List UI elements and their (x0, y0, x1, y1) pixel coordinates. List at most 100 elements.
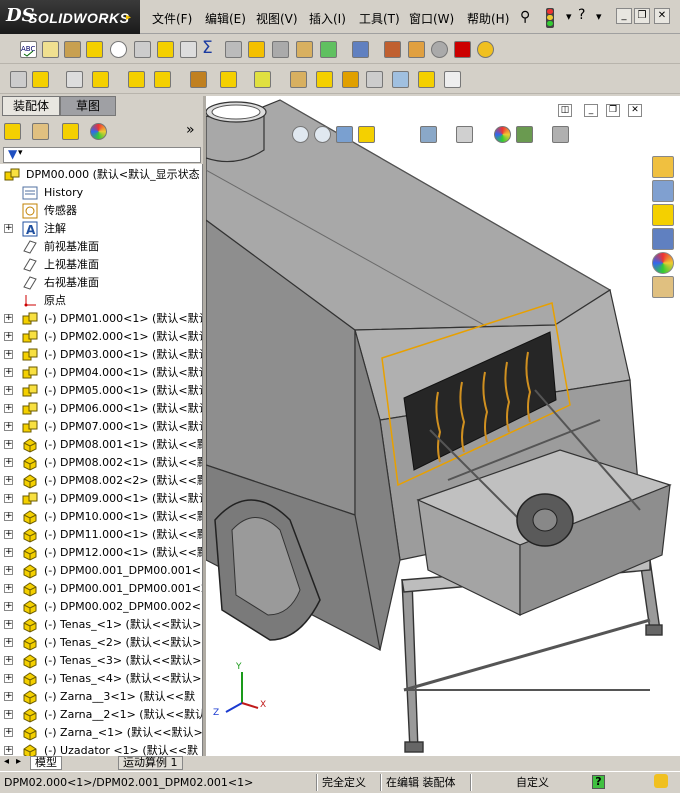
expand-toggle-icon[interactable]: + (4, 422, 13, 431)
expand-toggle-icon[interactable]: + (4, 656, 13, 665)
tree-item[interactable]: + (-) Uzadator <1> (默认<<默 (0, 742, 202, 756)
tree-item[interactable]: + (-) DPM12.000<1> (默认<<默认 (0, 544, 202, 562)
tree-item[interactable]: + (-) Tenas_<1> (默认<<默认> (0, 616, 202, 634)
custom-properties-icon[interactable] (652, 276, 674, 298)
expand-toggle-icon[interactable]: + (4, 314, 13, 323)
restore-button[interactable]: ❐ (634, 8, 650, 24)
menu-help[interactable]: 帮助(H) (467, 10, 509, 27)
options-dropdown-icon[interactable]: ▾ (566, 10, 572, 23)
expand-toggle-icon[interactable]: + (4, 638, 13, 647)
tree-item[interactable]: + (-) DPM03.000<1> (默认<默认 (0, 346, 202, 364)
measure-icon[interactable] (296, 41, 313, 58)
pushpin-icon[interactable]: ⚲ (520, 9, 530, 25)
insert-component-disabled-icon[interactable] (10, 71, 27, 88)
assembly-features-icon[interactable] (254, 71, 271, 88)
tree-item[interactable]: + (-) DPM04.000<1> (默认<默认 (0, 364, 202, 382)
expand-toggle-icon[interactable]: + (4, 746, 13, 755)
configuration-manager-tab-icon[interactable] (62, 123, 79, 140)
check-gray-icon[interactable] (431, 41, 448, 58)
tree-item[interactable]: 右视基准面 (0, 274, 202, 292)
viewport-tile-left-button[interactable]: ◫ (558, 104, 572, 117)
new-part-icon[interactable] (32, 71, 49, 88)
tree-item[interactable]: + (-) Tenas_<2> (默认<<默认> (0, 634, 202, 652)
apply-scene-icon[interactable] (516, 126, 533, 143)
solidworks-logo[interactable]: DS SOLIDWORKS ▸ (0, 0, 140, 34)
component-pattern-icon[interactable] (128, 71, 145, 88)
expand-toggle-icon[interactable]: + (4, 386, 13, 395)
check-interference-icon[interactable] (320, 41, 337, 58)
expand-toggle-icon[interactable]: + (4, 530, 13, 539)
appearances-icon[interactable] (652, 252, 674, 274)
graphics-area[interactable]: Y Z X ◫ _ ❐ ✕ (206, 96, 680, 756)
expand-toggle-icon[interactable]: + (4, 602, 13, 611)
expand-toggle-icon[interactable]: + (4, 512, 13, 521)
tab-assembly[interactable]: 装配体 (2, 96, 60, 116)
menu-edit[interactable]: 编辑(E) (205, 10, 246, 27)
warning-icon[interactable] (248, 41, 265, 58)
expand-panel-icon[interactable]: » (186, 122, 195, 138)
viewport-restore-button[interactable]: ❐ (606, 104, 620, 117)
expand-toggle-icon[interactable]: + (4, 692, 13, 701)
expand-toggle-icon[interactable]: + (4, 566, 13, 575)
tree-item[interactable]: + (-) DPM07.000<1> (默认<默认 (0, 418, 202, 436)
expand-toggle-icon[interactable]: + (4, 368, 13, 377)
display-style-icon[interactable] (456, 126, 473, 143)
tree-item[interactable]: + (-) Zarna__3<1> (默认<<默 (0, 688, 202, 706)
tree-item[interactable]: + (-) DPM08.001<1> (默认<<默 (0, 436, 202, 454)
zoom-to-fit-icon[interactable] (292, 126, 309, 143)
paperclip-icon[interactable] (66, 71, 83, 88)
note-icon[interactable] (42, 41, 59, 58)
expand-toggle-icon[interactable]: + (4, 404, 13, 413)
appearance-icon[interactable] (477, 41, 494, 58)
tab-motion-study[interactable]: 运动算例 1 (118, 756, 183, 770)
show-hidden-icon[interactable] (220, 71, 237, 88)
tree-item[interactable]: History (0, 184, 202, 202)
menu-file[interactable]: 文件(F) (152, 10, 192, 27)
tree-item[interactable]: + (-) DPM09.000<1> (默认<默认 (0, 490, 202, 508)
menu-insert[interactable]: 插入(I) (309, 10, 346, 27)
expand-toggle-icon[interactable]: + (4, 674, 13, 683)
status-help-icon[interactable]: ? (592, 775, 605, 789)
tree-item[interactable]: + (-) Zarna__2<1> (默认<<默认 (0, 706, 202, 724)
align-icon[interactable] (272, 41, 289, 58)
tab-scroll-left-icon[interactable]: ◂ (4, 756, 9, 767)
filter-dropdown-icon[interactable]: ▾ (18, 148, 23, 158)
gear-icon[interactable] (408, 41, 425, 58)
tree-item[interactable]: 传感器 (0, 202, 202, 220)
explode-line-sketch-icon[interactable] (392, 71, 409, 88)
expand-toggle-icon[interactable]: + (4, 548, 13, 557)
smart-fastener-icon[interactable] (154, 71, 171, 88)
tree-item[interactable]: + (-) DPM01.000<1> (默认<默认 (0, 310, 202, 328)
spelling-icon[interactable]: ABC (20, 41, 37, 58)
interference-detection-icon[interactable] (418, 71, 435, 88)
menu-tools[interactable]: 工具(T) (359, 10, 400, 27)
tab-model[interactable]: 模型 (30, 756, 62, 770)
menu-view[interactable]: 视图(V) (256, 10, 298, 27)
status-tag-icon[interactable] (654, 774, 668, 788)
help-icon[interactable]: ? (578, 7, 585, 23)
expand-toggle-icon[interactable]: + (4, 476, 13, 485)
menu-expand-icon[interactable]: ▸ (126, 12, 131, 23)
exploded-view-disabled-icon[interactable] (366, 71, 383, 88)
hand-icon[interactable] (134, 41, 151, 58)
color-swatch-icon[interactable] (454, 41, 471, 58)
tab-scroll-right-icon[interactable]: ▸ (16, 756, 21, 767)
tree-item[interactable]: + (-) DPM06.000<1> (默认<默认 (0, 400, 202, 418)
expand-toggle-icon[interactable]: + (4, 458, 13, 467)
rebuild-traffic-light-icon[interactable] (546, 8, 554, 28)
tree-item[interactable]: + (-) DPM05.000<1> (默认<默认 (0, 382, 202, 400)
expand-toggle-icon[interactable]: + (4, 440, 13, 449)
minimize-button[interactable]: _ (616, 8, 632, 24)
edit-appearance-icon[interactable] (494, 126, 511, 143)
sum-icon[interactable]: Σ (202, 40, 219, 58)
tools-disabled-icon[interactable] (225, 41, 242, 58)
viewport-minimize-button[interactable]: _ (584, 104, 598, 117)
tree-item[interactable]: 上视基准面 (0, 256, 202, 274)
tree-item[interactable]: + (-) DPM08.002<1> (默认<<默 (0, 454, 202, 472)
expand-toggle-icon[interactable]: + (4, 350, 13, 359)
expand-toggle-icon[interactable]: + (4, 224, 13, 233)
tree-item[interactable]: + (-) DPM11.000<1> (默认<<默认 (0, 526, 202, 544)
resources-icon[interactable] (652, 180, 674, 202)
section-view-icon[interactable] (358, 126, 375, 143)
tree-item[interactable]: 原点 (0, 292, 202, 310)
